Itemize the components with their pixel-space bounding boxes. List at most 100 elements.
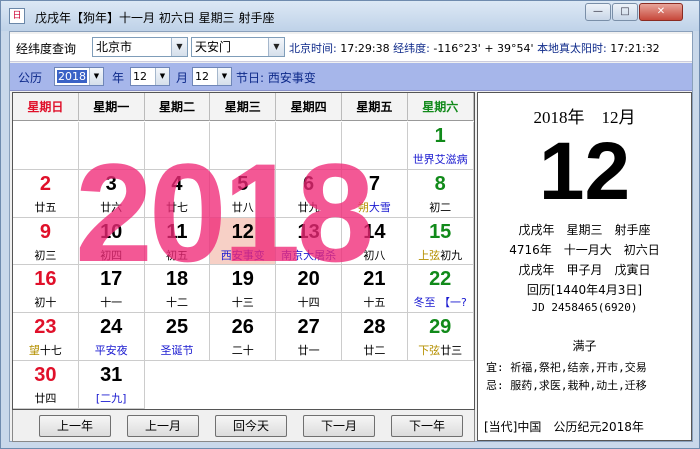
next-year-button[interactable]: 下一年 bbox=[391, 415, 463, 437]
calendar-day-7[interactable]: 7 朔大雪 bbox=[342, 169, 408, 218]
day-number: 27 bbox=[297, 316, 320, 339]
lunar-text: 初九 bbox=[440, 248, 463, 262]
panel-ganzhi-date: 戊戌年 甲子月 戊寅日 bbox=[518, 263, 651, 277]
chevron-down-icon: ▼ bbox=[217, 68, 231, 85]
calendar-day-8[interactable]: 8 初二 bbox=[407, 169, 474, 218]
weekday-header-0: 星期日 bbox=[13, 93, 79, 121]
calendar-day-18[interactable]: 18 十二 bbox=[144, 265, 211, 314]
day-number: 21 bbox=[363, 268, 386, 291]
maximize-button[interactable]: □ bbox=[612, 3, 638, 21]
lunar-label: 初三 bbox=[34, 248, 57, 262]
calendar-day-28[interactable]: 28 廿二 bbox=[342, 313, 408, 361]
panel-julian-day: JD 2458465(6920) bbox=[531, 301, 638, 314]
calendar-day-13[interactable]: 13 南京大屠杀 bbox=[276, 217, 342, 266]
close-button[interactable]: ✕ bbox=[639, 3, 683, 21]
prev-year-button[interactable]: 上一年 bbox=[39, 415, 111, 437]
day-number: 9 bbox=[39, 220, 51, 243]
title-bar[interactable]: 日 戊戌年【狗年】十一月 初六日 星期三 射手座 — □ ✕ bbox=[1, 1, 699, 31]
calendar-app-icon: 日 bbox=[9, 8, 25, 24]
calendar-day-6[interactable]: 6 廿九 bbox=[276, 169, 342, 218]
city-select[interactable]: 北京市 ▼ bbox=[92, 37, 188, 57]
year-select[interactable]: 2018 ▼ bbox=[54, 67, 104, 86]
calendar-day-30[interactable]: 30 廿四 bbox=[13, 361, 79, 409]
minimize-button[interactable]: — bbox=[585, 3, 611, 21]
calendar-day-19[interactable]: 19 十三 bbox=[210, 265, 277, 314]
solar-time-label: 本地真太阳时: bbox=[537, 42, 607, 55]
calendar-day-26[interactable]: 26 二十 bbox=[210, 313, 277, 361]
location-bar: 经纬度查询 北京市 ▼ 天安门 ▼ 北京时间: 17:29:38 经纬度: -1… bbox=[10, 34, 692, 62]
lunar-label: 廿一 bbox=[297, 344, 320, 358]
calendar-day-5[interactable]: 5 廿八 bbox=[210, 169, 277, 218]
calendar-empty-cell bbox=[13, 122, 79, 170]
panel-deity: 满子 bbox=[572, 339, 597, 353]
calendar-day-22[interactable]: 22 冬至 【一? bbox=[407, 265, 474, 314]
next-month-button[interactable]: 下一月 bbox=[303, 415, 375, 437]
weekday-header-1: 星期一 bbox=[79, 93, 145, 121]
city-value: 北京市 bbox=[96, 40, 133, 54]
lunar-label: 十四 bbox=[297, 296, 320, 310]
prev-month-button[interactable]: 上一月 bbox=[127, 415, 199, 437]
panel-ji: 忌: 服药,求医,栽种,动土,迁移 bbox=[486, 379, 647, 392]
day-value: 12 bbox=[195, 70, 209, 83]
calendar-day-24[interactable]: 24 平安夜 bbox=[78, 313, 145, 361]
window-title: 戊戌年【狗年】十一月 初六日 星期三 射手座 bbox=[35, 11, 275, 25]
day-number: 7 bbox=[368, 172, 380, 195]
chevron-down-icon: ▼ bbox=[268, 38, 284, 56]
day-select[interactable]: 12 ▼ bbox=[192, 67, 232, 86]
day-number: 5 bbox=[237, 172, 249, 195]
calendar-day-15[interactable]: 15 上弦初九 bbox=[407, 217, 474, 266]
calendar-day-2[interactable]: 2 廿五 bbox=[13, 169, 79, 218]
panel-ganzhi-year: 戊戌年 星期三 射手座 bbox=[518, 223, 651, 237]
calendar-day-11[interactable]: 11 初五 bbox=[144, 217, 211, 266]
lunar-label: 十三 bbox=[231, 296, 254, 310]
calendar-day-9[interactable]: 9 初三 bbox=[13, 217, 79, 266]
month-unit: 月 bbox=[176, 71, 189, 85]
lunar-label: 初四 bbox=[100, 248, 123, 262]
day-number: 6 bbox=[303, 172, 315, 195]
calendar-day-21[interactable]: 21 十五 bbox=[342, 265, 408, 314]
day-number: 14 bbox=[363, 220, 386, 243]
calendar-day-3[interactable]: 3 廿六 bbox=[78, 169, 145, 218]
moon-phase-marker: 上弦 bbox=[418, 248, 441, 262]
lunar-label: 圣诞节 bbox=[160, 344, 194, 358]
day-number: 30 bbox=[34, 364, 57, 386]
weekday-header-3: 星期三 bbox=[210, 93, 277, 121]
today-button[interactable]: 回今天 bbox=[215, 415, 287, 437]
month-value: 12 bbox=[133, 70, 147, 83]
calendar-day-29[interactable]: 29 下弦廿三 bbox=[407, 313, 474, 361]
month-select[interactable]: 12 ▼ bbox=[130, 67, 170, 86]
day-number: 17 bbox=[100, 268, 123, 291]
day-number: 28 bbox=[363, 316, 386, 339]
panel-yi: 宜: 祈福,祭祀,结亲,开市,交易 bbox=[486, 361, 647, 374]
lunar-label: 廿五 bbox=[34, 200, 57, 214]
calendar-day-23[interactable]: 23 望十七 bbox=[13, 313, 79, 361]
calendar-day-20[interactable]: 20 十四 bbox=[276, 265, 342, 314]
calendar-day-14[interactable]: 14 初八 bbox=[342, 217, 408, 266]
calendar-day-10[interactable]: 10 初四 bbox=[78, 217, 145, 266]
year-value: 2018 bbox=[57, 70, 87, 83]
weekday-header-6: 星期六 bbox=[408, 93, 474, 121]
moon-phase-marker: 望 bbox=[28, 344, 40, 358]
date-select-bar: 公历 2018 ▼ 年 12 ▼ 月 12 ▼ 节日: 西安事变 bbox=[10, 63, 692, 91]
day-number: 18 bbox=[165, 268, 189, 291]
calendar-day-27[interactable]: 27 廿一 bbox=[276, 313, 342, 361]
lunar-label: 廿七 bbox=[165, 200, 188, 214]
district-select[interactable]: 天安门 ▼ bbox=[191, 37, 285, 57]
solar-time-value: 17:21:32 bbox=[610, 42, 660, 55]
day-number: 29 bbox=[429, 316, 452, 339]
panel-lunar-date: 4716年 十一月大 初六日 bbox=[509, 243, 660, 257]
moon-phase-marker: 朔 bbox=[357, 200, 369, 214]
day-number: 25 bbox=[165, 316, 189, 339]
client-area: 经纬度查询 北京市 ▼ 天安门 ▼ 北京时间: 17:29:38 经纬度: -1… bbox=[9, 31, 693, 442]
moon-phase-marker: 下弦 bbox=[418, 344, 441, 358]
calendar-day-17[interactable]: 17 十一 bbox=[78, 265, 145, 314]
lunar-label: 廿六 bbox=[100, 200, 123, 214]
calendar-day-1[interactable]: 1 世界艾滋病 bbox=[407, 122, 474, 170]
calendar-day-16[interactable]: 16 初十 bbox=[13, 265, 79, 314]
lunar-label: 西安事变 bbox=[220, 248, 265, 262]
calendar-day-4[interactable]: 4 廿七 bbox=[144, 169, 211, 218]
day-number: 4 bbox=[171, 172, 183, 195]
calendar-day-31[interactable]: 31 [二九] bbox=[78, 361, 145, 409]
calendar-day-25[interactable]: 25 圣诞节 bbox=[144, 313, 211, 361]
calendar-day-12[interactable]: 12 西安事变 bbox=[210, 217, 277, 266]
